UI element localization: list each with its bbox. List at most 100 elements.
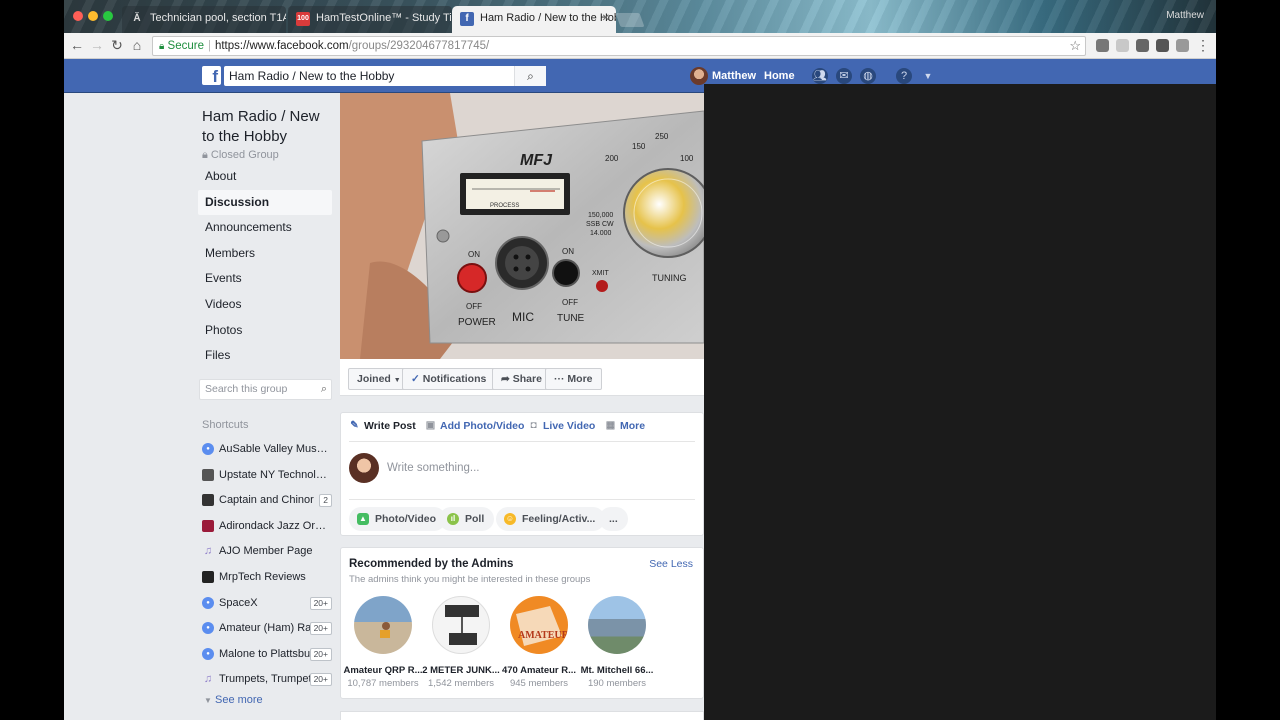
shortcut-item[interactable]: MrpTech Reviews — [202, 568, 332, 586]
home-link[interactable]: Home — [764, 67, 795, 85]
notifications-globe-icon[interactable]: ◍ — [860, 68, 876, 84]
see-more-link[interactable]: ▼ See more — [204, 694, 263, 706]
cover-photo[interactable]: MFJ PROCESS ON OFF POWER MIC ON OFF TUNE… — [340, 93, 704, 359]
composer-tab-add-photo[interactable]: ▣ Add Photo/Video — [425, 419, 525, 433]
group-nav-files[interactable]: Files — [198, 343, 332, 369]
forward-arrow-icon[interactable]: → — [88, 36, 106, 54]
photo-video-button[interactable]: ▲ Photo/Video — [349, 507, 447, 531]
group-photo-image — [380, 622, 390, 638]
maximize-window-button[interactable] — [103, 11, 113, 21]
group-search-input[interactable]: Search this group ⌕ — [199, 379, 332, 400]
recommended-group[interactable]: AMATEUR 470 Amateur R... 945 members — [499, 596, 579, 689]
composer-tab-live-video[interactable]: ◘ Live Video — [528, 419, 595, 433]
minimize-window-button[interactable] — [88, 11, 98, 21]
tab-label: Ham Radio / New to the Hobby — [480, 12, 616, 24]
new-tab-button[interactable] — [615, 13, 645, 27]
messenger-icon[interactable]: ✉ — [836, 68, 852, 84]
composer-tab-more[interactable]: ▦ More — [605, 419, 645, 433]
group-photo — [432, 596, 490, 654]
group-nav-announcements[interactable]: Announcements — [198, 215, 332, 241]
shortcut-item[interactable]: Adirondack Jazz Orche... — [202, 517, 332, 535]
profile-link[interactable]: Matthew — [690, 67, 756, 85]
poll-button[interactable]: ıl Poll — [439, 507, 495, 531]
recommended-group[interactable]: 2 METER JUNK... 1,542 members — [421, 596, 501, 689]
recommended-group-members: 945 members — [509, 678, 569, 689]
home-icon[interactable]: ⌂ — [128, 36, 146, 54]
shortcut-item[interactable]: ● AuSable Valley Music Al... — [202, 440, 332, 458]
notifications-button[interactable]: ✓ Notifications — [402, 368, 496, 390]
group-nav-members[interactable]: Members — [198, 241, 332, 267]
pill-label: Feeling/Activ... — [522, 513, 596, 525]
recommended-group-name: 470 Amateur R... — [501, 665, 577, 676]
group-nav-events[interactable]: Events — [198, 266, 332, 292]
tab-ham-radio-group[interactable]: f Ham Radio / New to the Hobby ✕ — [452, 6, 616, 33]
shortcut-item[interactable]: ♫ Trumpets, Trumpet... 20+ — [202, 670, 332, 688]
back-arrow-icon[interactable]: ← — [68, 36, 86, 54]
group-nav-videos[interactable]: Videos — [198, 292, 332, 318]
hamtestonline-icon: 100 — [296, 12, 310, 26]
facebook-icon: f — [460, 12, 474, 26]
search-icon[interactable]: ⌕ — [514, 66, 546, 86]
reload-icon[interactable]: ↻ — [108, 36, 126, 54]
dropbox-extension-icon[interactable] — [1136, 39, 1149, 52]
shortcut-item[interactable]: ♫ AJO Member Page — [202, 542, 332, 560]
tune-off-label: OFF — [562, 298, 578, 307]
chevron-down-icon: ▼ — [393, 377, 401, 384]
drive-extension-icon[interactable] — [1156, 39, 1169, 52]
group-nav-about[interactable]: About — [198, 164, 332, 190]
lock-icon: 🔒︎ — [159, 41, 165, 52]
group-photo-icon — [202, 494, 214, 507]
group-nav-discussion[interactable]: Discussion — [198, 189, 332, 216]
composer-divider — [349, 441, 695, 442]
shortcut-item[interactable]: Upstate NY Technology... — [202, 466, 332, 484]
pocket-extension-icon[interactable] — [1096, 39, 1109, 52]
group-nav-photos[interactable]: Photos — [198, 318, 332, 344]
friend-requests-icon[interactable]: 👥︎ — [812, 68, 828, 84]
shortcut-item[interactable]: ● SpaceX 20+ — [202, 594, 332, 612]
xmit-label: XMIT — [592, 270, 609, 277]
browser-profile-name[interactable]: Matthew — [1166, 10, 1204, 21]
dial-extra: 150,000 — [588, 212, 613, 219]
group-title[interactable]: Ham Radio / New to the Hobby — [202, 107, 332, 147]
extension-icon[interactable] — [1116, 39, 1129, 52]
feeling-activity-button[interactable]: ☺ Feeling/Activ... — [496, 507, 606, 531]
music-note-icon: ♫ — [203, 673, 213, 686]
search-icon[interactable]: ⌕ — [321, 380, 327, 399]
tab-hamtestonline[interactable]: 100 HamTestOnline™ - Study Tips — [288, 6, 452, 33]
bookmark-star-icon[interactable]: ☆ — [1069, 37, 1081, 55]
address-bar[interactable]: 🔒︎ Secure | https://www.facebook.com/group… — [152, 36, 1086, 56]
group-photo — [588, 596, 646, 654]
shortcut-item[interactable]: ● Malone to Plattsbu... 20+ — [202, 645, 332, 663]
composer-tab-write-post[interactable]: ✎ Write Post — [349, 419, 415, 433]
menu-kebab-icon[interactable]: ⋮ — [1194, 36, 1212, 54]
joined-button[interactable]: Joined ▼ — [348, 368, 410, 390]
group-privacy-label: Closed Group — [210, 149, 279, 161]
shortcut-item[interactable]: Captain and Chinor 2 — [202, 491, 332, 509]
group-photo — [354, 596, 412, 654]
shortcut-item[interactable]: ● Amateur (Ham) Ra... 20+ — [202, 619, 332, 637]
share-button[interactable]: ➦ Share — [492, 368, 551, 390]
more-options-button[interactable]: ... — [599, 507, 628, 531]
group-privacy: 🔒︎ Closed Group — [202, 149, 279, 162]
write-something-input[interactable]: Write something... — [387, 462, 479, 474]
tab-label: Technician pool, section T1A — [150, 12, 286, 24]
recommended-subtitle: The admins think you might be interested… — [349, 574, 591, 585]
chevron-down-icon[interactable]: ▼ — [920, 68, 936, 84]
dial-extra: 14.000 — [590, 230, 612, 237]
extension-icon[interactable] — [1176, 39, 1189, 52]
ellipsis-icon: ··· — [554, 373, 565, 385]
see-less-link[interactable]: See Less — [649, 558, 693, 570]
joined-label: Joined — [357, 373, 391, 385]
pencil-icon: ✎ — [350, 420, 359, 431]
more-button[interactable]: ··· More — [545, 368, 602, 390]
tab-technician-pool[interactable]: Ă Technician pool, section T1A — [122, 6, 286, 33]
close-window-button[interactable] — [73, 11, 83, 21]
help-icon[interactable]: ? — [896, 68, 912, 84]
composer-tab-label: More — [620, 420, 646, 432]
facebook-logo-icon[interactable]: f — [202, 66, 221, 85]
recommended-group[interactable]: Amateur QRP R... 10,787 members — [343, 596, 423, 689]
recommended-group[interactable]: Mt. Mitchell 66... 190 members — [577, 596, 657, 689]
facebook-search-input[interactable]: Ham Radio / New to the Hobby ⌕ — [224, 66, 546, 86]
avatar — [349, 453, 379, 483]
close-tab-icon[interactable]: ✕ — [602, 6, 610, 31]
